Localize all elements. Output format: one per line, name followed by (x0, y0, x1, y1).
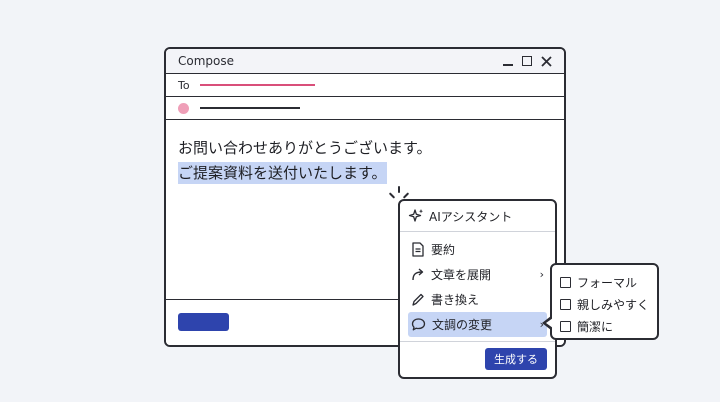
tone-option-label: フォーマル (577, 275, 638, 290)
to-field[interactable]: To (166, 74, 564, 97)
ai-assistant-menu: AIアシスタント 要約 文章を展開 › 書き換え 文調の変更 › 生成する (398, 199, 557, 379)
menu-item-label: 書き換え (431, 293, 480, 307)
ai-menu-title: AIアシスタント (429, 209, 513, 224)
tone-option-label: 簡潔に (577, 319, 614, 334)
checkbox[interactable] (560, 320, 571, 332)
window-title: Compose (178, 54, 235, 68)
avatar (178, 102, 189, 114)
subject-placeholder (200, 107, 300, 109)
menu-item-change-tone[interactable]: 文調の変更 › (408, 312, 547, 337)
document-icon (411, 242, 425, 257)
menu-item-rewrite[interactable]: 書き換え (408, 287, 547, 312)
menu-item-label: 要約 (431, 243, 456, 257)
checkbox[interactable] (560, 298, 571, 310)
to-label: To (178, 78, 190, 92)
submenu-pointer-fill (546, 318, 553, 328)
subject-field[interactable] (166, 97, 564, 120)
pencil-icon (411, 292, 425, 307)
tone-option-friendly[interactable]: 親しみやすく (552, 293, 657, 315)
generate-button[interactable]: 生成する (485, 348, 547, 370)
menu-item-expand[interactable]: 文章を展開 › (408, 262, 547, 287)
tone-option-concise[interactable]: 簡潔に (552, 315, 657, 337)
minimize-icon[interactable] (503, 64, 513, 66)
to-recipient-placeholder (200, 84, 315, 86)
tone-submenu: フォーマル 親しみやすく 簡潔に (550, 263, 659, 340)
sparkles-icon (408, 208, 424, 224)
tone-option-label: 親しみやすく (577, 297, 650, 312)
forward-arrow-icon (411, 267, 425, 282)
body-line-1: お問い合わせありがとうございます。 (178, 139, 432, 157)
menu-item-summarize[interactable]: 要約 (408, 237, 547, 262)
tone-option-formal[interactable]: フォーマル (552, 271, 657, 293)
close-icon[interactable] (541, 55, 552, 67)
speech-bubble-icon (411, 317, 426, 332)
ai-menu-list: 要約 文章を展開 › 書き換え 文調の変更 › (400, 232, 555, 337)
menu-item-label: 文章を展開 (431, 268, 492, 282)
checkbox[interactable] (560, 276, 571, 288)
chevron-right-icon: › (539, 268, 544, 281)
message-body[interactable]: お問い合わせありがとうございます。 ご提案資料を送付いたします。 (166, 120, 564, 186)
send-button[interactable] (178, 313, 229, 331)
divider (400, 341, 555, 343)
ai-menu-header: AIアシスタント (400, 201, 555, 232)
window-controls (503, 55, 552, 67)
title-bar: Compose (166, 49, 564, 74)
maximize-icon[interactable] (522, 56, 532, 66)
selected-text[interactable]: ご提案資料を送付いたします。 (178, 162, 387, 184)
menu-item-label: 文調の変更 (432, 318, 493, 332)
